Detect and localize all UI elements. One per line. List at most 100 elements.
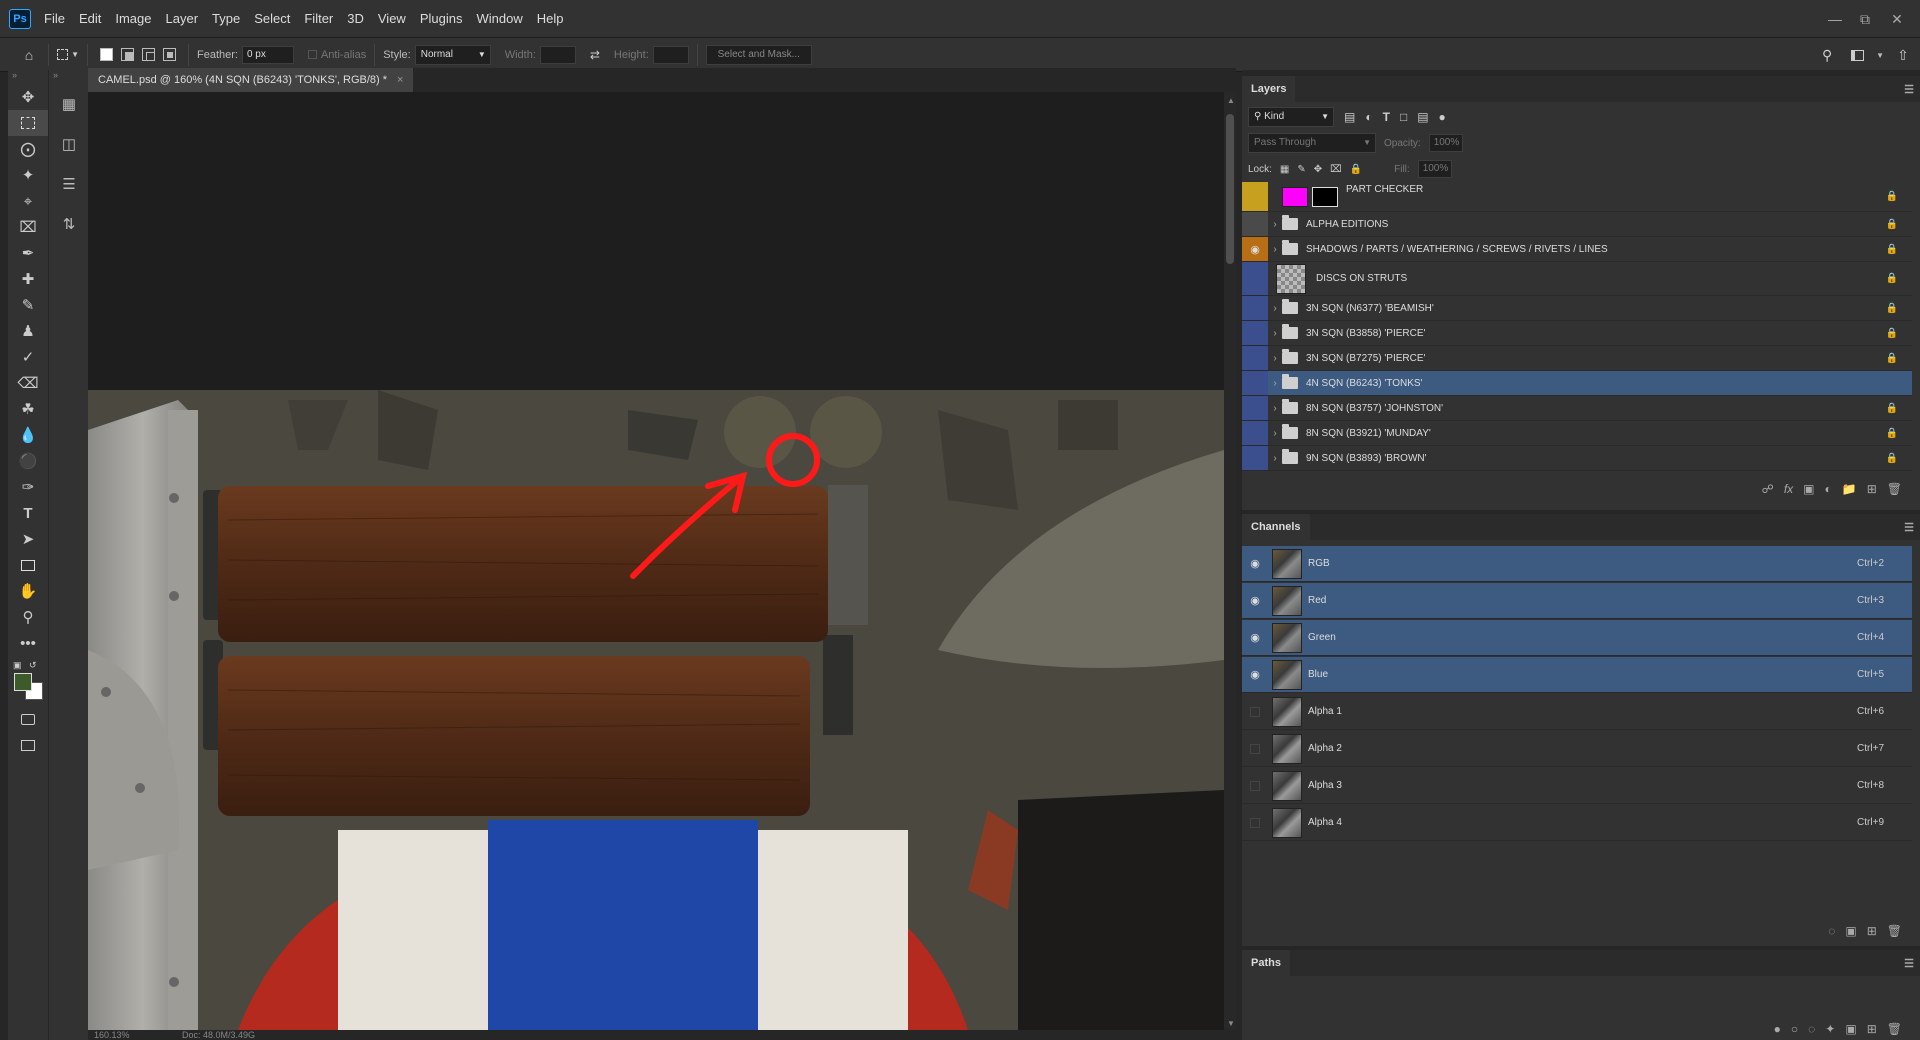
new-group-icon[interactable]: 📁 [1842,482,1857,496]
path-selection-tool-icon[interactable]: ➤ [8,526,48,552]
close-tab-icon[interactable]: × [397,68,403,92]
layer-row[interactable]: DISCS ON STRUTS 🔒 [1242,262,1912,296]
load-selection-icon[interactable]: ◌ [1828,924,1835,938]
layer-row[interactable]: › 8N SQN (B3921) 'MUNDAY' 🔒 [1242,421,1912,446]
paint-bucket-tool-icon[interactable]: ☘ [8,396,48,422]
new-layer-icon[interactable]: ⊞ [1867,482,1877,496]
workspace-icon[interactable] [1846,44,1868,66]
search-icon[interactable]: ⚲ [1816,44,1838,66]
visibility-toggle[interactable] [1242,446,1268,470]
delete-channel-icon[interactable]: 🗑 [1887,924,1902,938]
layer-row[interactable]: › 8N SQN (B3757) 'JOHNSTON' 🔒 [1242,396,1912,421]
menu-plugins[interactable]: Plugins [413,0,470,38]
visibility-toggle[interactable] [1242,737,1268,761]
layer-row[interactable]: › 4N SQN (B6243) 'TONKS' [1242,371,1912,396]
channels-tab[interactable]: Channels [1242,514,1310,540]
feather-input[interactable]: 0 px [241,45,294,64]
channel-row[interactable]: ◉ Green Ctrl+4 [1242,620,1912,656]
expand-group-icon[interactable]: › [1268,378,1282,389]
brush-tool-icon[interactable]: ✎ [8,292,48,318]
swatches-panel-icon[interactable]: ▦ [49,84,89,124]
vertical-scrollbar[interactable]: ▲ ▼ [1224,92,1236,1030]
fill-input[interactable]: 100% [1417,160,1452,178]
visibility-toggle[interactable] [1242,321,1268,345]
new-selection-icon[interactable] [100,48,113,61]
menu-type[interactable]: Type [205,0,247,38]
scroll-thumb[interactable] [1226,114,1234,264]
width-input[interactable] [539,45,576,64]
layer-row[interactable]: PART CHECKER 🔒 [1242,182,1912,212]
collapse-icon[interactable]: » [8,70,48,84]
eye-icon[interactable]: ◉ [1242,552,1268,576]
panel-menu-icon[interactable]: ☰ [1904,83,1914,96]
height-input[interactable] [652,45,689,64]
menu-help[interactable]: Help [530,0,571,38]
select-and-mask-button[interactable]: Select and Mask... [705,44,812,65]
fill-path-icon[interactable]: ● [1774,1022,1781,1036]
menu-filter[interactable]: Filter [297,0,340,38]
blend-mode-select[interactable]: Pass Through ▼ [1248,133,1376,153]
menu-layer[interactable]: Layer [159,0,206,38]
subtract-selection-icon[interactable] [142,48,155,61]
layer-row[interactable]: › 3N SQN (B3858) 'PIERCE' 🔒 [1242,321,1912,346]
fx-icon[interactable]: fx [1784,482,1793,496]
link-layers-icon[interactable]: ☍ [1762,482,1774,496]
add-selection-icon[interactable] [121,48,134,61]
share-icon[interactable]: ⇧ [1892,44,1914,66]
magic-wand-tool-icon[interactable]: ✦ [8,162,48,188]
expand-group-icon[interactable]: › [1268,328,1282,339]
new-channel-icon[interactable]: ⊞ [1867,924,1877,938]
expand-group-icon[interactable]: › [1268,219,1282,230]
crop-tool-icon[interactable]: ⌖ [8,188,48,214]
menu-view[interactable]: View [371,0,413,38]
menu-image[interactable]: Image [108,0,158,38]
kind-filter-select[interactable]: ⚲ Kind ▼ [1248,107,1334,127]
eye-icon[interactable]: ◉ [1242,237,1268,261]
marquee-preset-icon[interactable]: ▼ [57,44,79,66]
antialias-checkbox[interactable] [307,50,317,59]
rectangle-tool-icon[interactable] [8,552,48,578]
expand-group-icon[interactable]: › [1268,244,1282,255]
close-icon[interactable]: ✕ [1874,0,1920,38]
lock-artboard-icon[interactable]: ⌧ [1330,164,1342,175]
pixel-filter-icon[interactable]: ▤ [1344,110,1355,124]
layer-row[interactable]: › 3N SQN (N6377) 'BEAMISH' 🔒 [1242,296,1912,321]
stroke-path-icon[interactable]: ○ [1791,1022,1798,1036]
move-tool-icon[interactable]: ✥ [8,84,48,110]
save-selection-icon[interactable]: ▣ [1845,924,1856,938]
blur-tool-icon[interactable]: 💧 [8,422,48,448]
opacity-input[interactable]: 100% [1428,134,1463,152]
expand-group-icon[interactable]: › [1268,453,1282,464]
adjustment-filter-icon[interactable]: ◐ [1365,110,1372,124]
default-colors-icon[interactable]: ▣ [13,660,22,671]
lasso-tool-icon[interactable]: ⨀ [8,136,48,162]
channel-row[interactable]: Alpha 4 Ctrl+9 [1242,805,1912,841]
smart-object-filter-icon[interactable]: ▤ [1417,110,1428,124]
channel-row[interactable]: ◉ RGB Ctrl+2 [1242,546,1912,582]
history-brush-tool-icon[interactable]: ✓ [8,344,48,370]
type-filter-icon[interactable]: T [1383,110,1390,124]
eye-icon[interactable]: ◉ [1242,663,1268,687]
layer-row[interactable]: › 9N SQN (B3893) 'BROWN' 🔒 [1242,446,1912,471]
paths-tab[interactable]: Paths [1242,950,1290,976]
visibility-toggle[interactable] [1242,774,1268,798]
lock-transparent-icon[interactable]: ▦ [1280,164,1289,175]
swap-icon[interactable]: ⇄ [584,44,606,66]
scroll-down-icon[interactable]: ▼ [1227,1019,1235,1028]
eraser-tool-icon[interactable]: ⌫ [8,370,48,396]
adjustment-layer-icon[interactable]: ◐ [1825,482,1832,496]
style-select[interactable]: Normal ▼ [414,44,491,65]
chevron-down-icon[interactable]: ▼ [1876,51,1884,60]
scroll-up-icon[interactable]: ▲ [1227,96,1235,105]
new-path-icon[interactable]: ⊞ [1867,1022,1877,1036]
delete-layer-icon[interactable]: 🗑 [1887,482,1902,496]
menu-select[interactable]: Select [247,0,297,38]
type-tool-icon[interactable]: T [8,500,48,526]
shape-filter-icon[interactable]: □ [1400,110,1407,124]
channel-row[interactable]: Alpha 2 Ctrl+7 [1242,731,1912,767]
expand-group-icon[interactable]: › [1268,303,1282,314]
frame-tool-icon[interactable]: ⌧ [8,214,48,240]
visibility-toggle[interactable] [1242,700,1268,724]
home-icon[interactable]: ⌂ [18,44,40,66]
screen-mode-icon[interactable] [8,732,48,758]
